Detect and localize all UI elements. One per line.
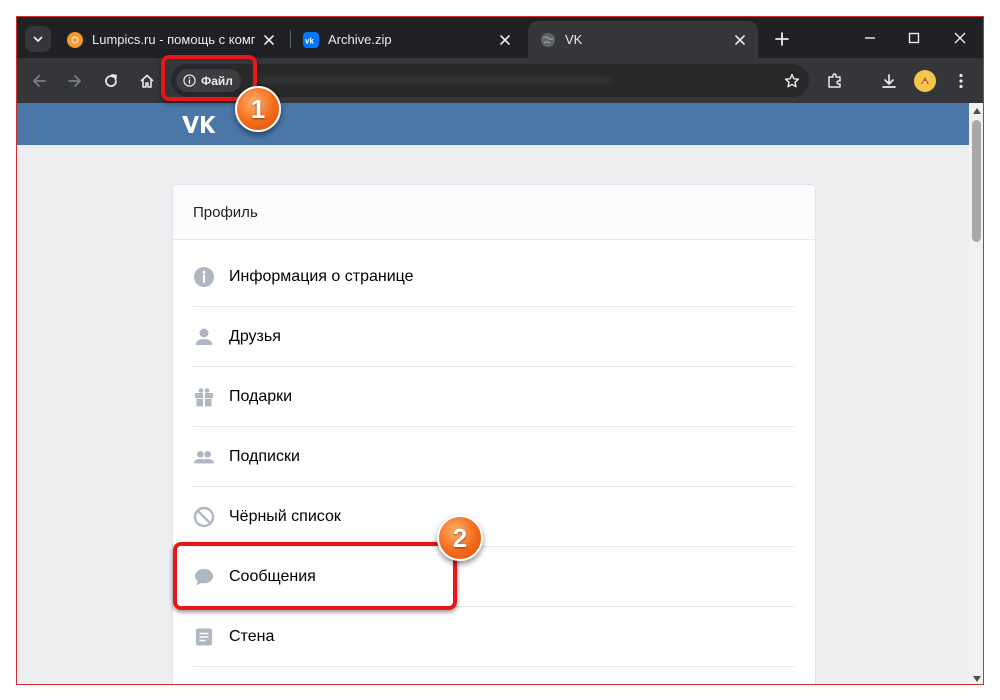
people-icon [193,446,215,468]
new-tab-button[interactable] [769,26,795,52]
tab-strip: Lumpics.ru - помощь с компьютером vk Arc… [17,17,983,58]
step-marker-1: 1 [235,86,281,132]
profile-settings-card: Профиль Информация о странице Друзья Под… [173,185,815,684]
tab-title: Lumpics.ru - помощь с компьютером [92,32,255,47]
gift-icon [193,386,215,408]
page-content: Профиль Информация о странице Друзья Под… [17,103,969,684]
menu-item-label: Стена [229,627,275,645]
minimize-icon [865,37,875,39]
chevron-down-icon [33,36,43,42]
star-icon [784,73,800,88]
tab-lumpics[interactable]: Lumpics.ru - помощь с компьютером [55,21,287,58]
menu-item-subscriptions[interactable]: Подписки [193,427,794,487]
puzzle-icon [828,73,841,88]
reload-icon [105,74,117,87]
globe-icon [540,32,556,48]
menu-item-label: Информация о странице [229,267,414,285]
tab-title: VK [565,32,583,47]
menu-item-gifts[interactable]: Подарки [193,367,794,427]
menu-item-label: Подарки [229,387,293,405]
minimize-button[interactable] [855,25,885,51]
arrow-left-icon [33,75,46,87]
menu-item-blacklist[interactable]: Чёрный список [193,487,794,547]
download-icon [882,74,896,88]
tab-search-button[interactable] [25,26,51,52]
section-title-text: Профиль [193,203,258,221]
tab-archive[interactable]: vk Archive.zip [291,21,523,58]
step-marker-2: 2 [437,515,483,561]
scroll-thumb[interactable] [972,120,981,242]
vk-icon: vk [303,31,319,48]
person-icon [193,326,215,348]
highlight-messages-item [173,542,457,610]
menu-item-wall[interactable]: Стена [193,607,794,667]
menu-item-label: Чёрный список [229,507,341,525]
blurred-url [251,76,611,85]
maximize-icon [908,32,920,44]
orange-circle-icon [67,31,83,48]
scrollbar[interactable] [969,103,983,684]
close-icon[interactable] [261,32,277,48]
wall-icon [193,626,215,648]
step-marker-label: 2 [452,522,468,553]
plus-icon [775,32,789,46]
tab-title: Archive.zip [328,32,392,47]
downloads-button[interactable] [875,67,903,95]
close-window-button[interactable] [945,25,975,51]
home-icon [140,74,154,88]
more-vert-icon [959,73,963,89]
tab-vk[interactable]: VK [528,21,758,58]
menu-item-label: Подписки [229,447,300,465]
scroll-down-arrow[interactable] [969,671,983,684]
svg-text:vk: vk [305,36,314,44]
reload-button[interactable] [97,67,125,95]
menu-item-label: Друзья [229,327,281,345]
home-button[interactable] [133,67,161,95]
scroll-up-arrow[interactable] [969,103,983,118]
menu-button[interactable] [947,67,975,95]
close-icon[interactable] [732,32,748,48]
back-button[interactable] [25,67,53,95]
extensions-button[interactable] [821,67,849,95]
section-title: Профиль [173,185,815,240]
browser-window: Lumpics.ru - помощь с компьютером vk Arc… [16,16,984,685]
triangle-down-icon [972,675,981,682]
info-icon [193,266,215,288]
menu-item-friends[interactable]: Друзья [193,307,794,367]
triangle-up-icon [972,107,981,114]
step-marker-label: 1 [250,93,266,124]
arrow-right-icon [68,75,81,87]
close-icon[interactable] [497,32,513,48]
block-icon [193,506,215,528]
avatar [914,70,936,92]
bookmark-button[interactable] [779,68,805,94]
vk-logo[interactable] [180,113,216,135]
profile-button[interactable] [911,67,939,95]
close-icon [954,32,966,44]
menu-item-page-info[interactable]: Информация о странице [193,247,794,307]
vk-header [17,103,969,145]
forward-button[interactable] [61,67,89,95]
maximize-button[interactable] [899,25,929,51]
